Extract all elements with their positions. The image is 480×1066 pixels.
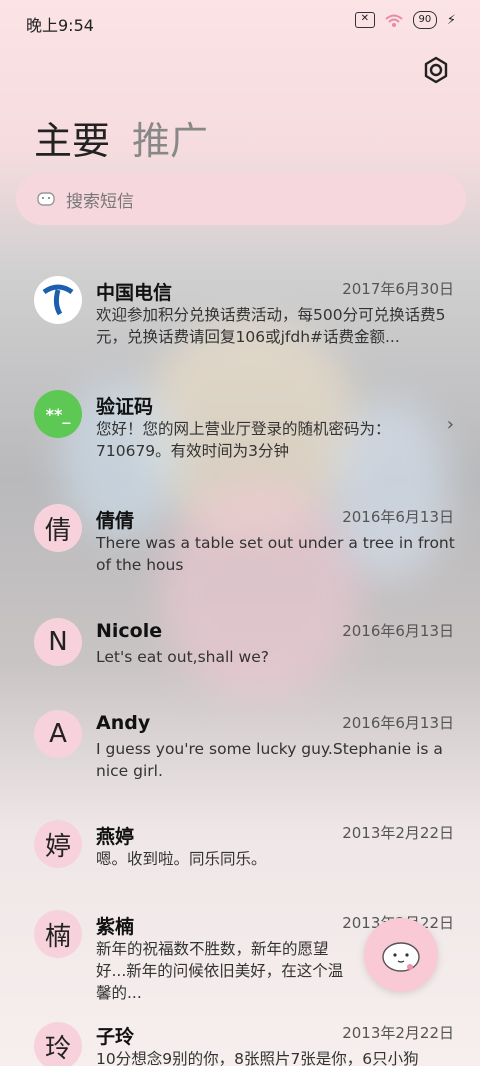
sender-name: 验证码: [96, 396, 154, 418]
message-thread[interactable]: 倩 倩倩 2016年6月13日 There was a table set ou…: [0, 498, 480, 588]
sender-name: 燕婷: [96, 826, 135, 848]
sender-name: 子玲: [96, 1026, 135, 1048]
wifi-icon: [385, 13, 403, 27]
avatar: A: [34, 710, 82, 758]
tab-main[interactable]: 主要: [34, 110, 110, 165]
message-date: 2016年6月13日: [342, 622, 454, 640]
message-date: 2013年2月22日: [342, 1024, 454, 1042]
avatar: 婷: [34, 820, 82, 868]
status-icons: ✕ 90 ⚡: [354, 11, 456, 29]
sender-name: 紫楠: [96, 916, 135, 938]
message-thread[interactable]: 玲 子玲 2013年2月22日 10分想念9别的你，8张照片7张是你，6只小狗: [0, 1016, 480, 1066]
verification-code-avatar: **_: [34, 390, 82, 438]
avatar: 楠: [34, 910, 82, 958]
message-date: 2016年6月13日: [342, 714, 454, 732]
sender-name: Andy: [96, 712, 151, 734]
message-preview: Let's eat out,shall we?: [96, 648, 269, 666]
sender-name: Nicole: [96, 620, 163, 642]
message-thread[interactable]: A Andy 2016年6月13日 I guess you're some lu…: [0, 704, 480, 794]
cat-mascot-icon: [382, 942, 420, 972]
message-thread[interactable]: N Nicole 2016年6月13日 Let's eat out,shall …: [0, 612, 480, 682]
message-preview: 嗯。收到啦。同乐同乐。: [96, 850, 267, 868]
message-preview: There was a table set out under a tree i…: [96, 534, 455, 574]
message-preview: 您好！您的网上营业厅登录的随机密码为：710679。有效时间为3分钟: [96, 420, 391, 460]
battery-icon: 90: [412, 11, 437, 29]
avatar: N: [34, 618, 82, 666]
avatar: 玲: [34, 1022, 82, 1066]
message-preview: 欢迎参加积分兑换话费活动，每500分可兑换话费5元，兑换话费请回复106或jfd…: [96, 306, 446, 346]
sender-name: 中国电信: [96, 282, 173, 304]
message-thread[interactable]: **_ 验证码 › 您好！您的网上营业厅登录的随机密码为：710679。有效时间…: [0, 384, 480, 474]
search-icon: [36, 189, 56, 209]
settings-gear-icon[interactable]: [422, 56, 450, 84]
message-date: 2017年6月30日: [342, 280, 454, 298]
status-bar: 晚上9:54 ✕ 90 ⚡: [0, 0, 480, 44]
sim-icon: ✕: [354, 12, 375, 28]
avatar: 倩: [34, 504, 82, 552]
telecom-logo-avatar: [34, 276, 82, 324]
status-time: 晚上9:54: [26, 16, 94, 35]
message-date: 2013年2月22日: [342, 824, 454, 842]
message-date: 2016年6月13日: [342, 508, 454, 526]
header-tabs: 主要 推广: [34, 110, 208, 165]
message-thread[interactable]: 婷 燕婷 2013年2月22日 嗯。收到啦。同乐同乐。: [0, 814, 480, 884]
search-bar[interactable]: 搜索短信: [16, 173, 466, 225]
message-preview: 10分想念9别的你，8张照片7张是你，6只小狗: [96, 1050, 419, 1066]
sender-name: 倩倩: [96, 510, 135, 532]
message-thread[interactable]: 中国电信 2017年6月30日 欢迎参加积分兑换话费活动，每500分可兑换话费5…: [0, 270, 480, 360]
search-placeholder: 搜索短信: [66, 191, 134, 212]
tab-promo[interactable]: 推广: [132, 110, 208, 165]
charging-icon: ⚡: [446, 12, 456, 28]
compose-button[interactable]: [364, 918, 438, 992]
message-preview: I guess you're some lucky guy.Stephanie …: [96, 740, 443, 780]
message-preview: 新年的祝福数不胜数，新年的愿望好...新年的问候依旧美好，在这个温馨的...: [96, 940, 344, 1002]
